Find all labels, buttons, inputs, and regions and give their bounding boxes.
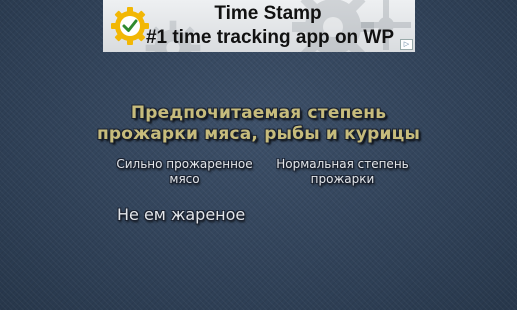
option-medium[interactable]: Нормальная степень прожарки <box>270 157 415 187</box>
option-medium-line2: прожарки <box>310 172 375 186</box>
ad-subheadline: #1 time tracking app on WP <box>145 27 395 48</box>
ad-banner[interactable]: Time Stamp #1 time tracking app on WP ▷ <box>103 0 415 52</box>
ad-headline: Time Stamp <box>214 3 322 24</box>
option-well-done[interactable]: Сильно прожаренное мясо <box>112 157 257 187</box>
question-title-line2: прожарки мяса, рыбы и курицы <box>96 124 421 144</box>
option-no-fried[interactable]: Не ем жареное <box>117 205 245 225</box>
option-well-done-line1: Сильно прожаренное <box>116 157 253 171</box>
option-medium-line1: Нормальная степень <box>276 157 409 171</box>
question-title-line1: Предпочитаемая степень <box>130 103 387 123</box>
option-well-done-line2: мясо <box>169 172 200 186</box>
ad-info-icon[interactable]: ▷ <box>400 39 413 50</box>
question-title: Предпочитаемая степень прожарки мяса, ры… <box>0 103 517 145</box>
